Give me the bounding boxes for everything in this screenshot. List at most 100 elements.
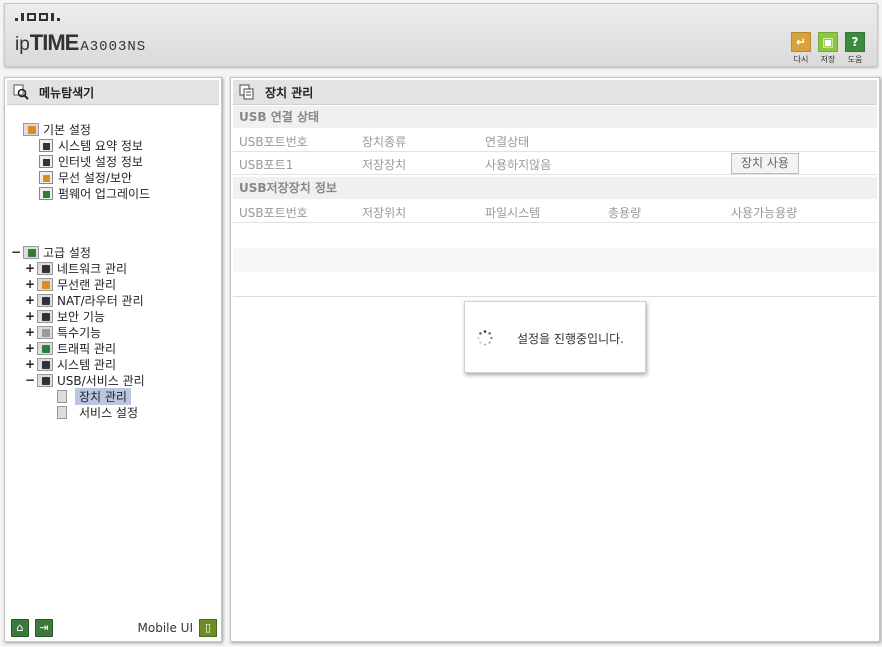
reload-label: 다시 (793, 55, 809, 64)
magnifier-icon (13, 84, 29, 100)
logout-icon[interactable]: ⇥ (35, 619, 53, 637)
expand-icon[interactable]: + (25, 341, 35, 355)
page-icon (239, 84, 255, 100)
expand-icon[interactable]: + (25, 293, 35, 307)
page-icon (57, 405, 67, 419)
tree-item-special[interactable]: + 특수기능 (25, 324, 101, 340)
collapse-icon[interactable]: − (11, 245, 21, 259)
monitor-icon (39, 154, 53, 168)
model-name: A3003NS (80, 39, 147, 55)
col-header: 사용가능용량 (731, 206, 798, 220)
tree-item-label: 무선랜 관리 (57, 277, 117, 292)
upgrade-icon (39, 186, 53, 200)
progress-message: 설정을 진행중입니다. (517, 332, 624, 346)
tree-item-usb-service[interactable]: − USB/서비스 관리 (25, 372, 145, 388)
home-icon[interactable]: ⌂ (11, 619, 29, 637)
toolbar: ↵ 다시 ▣ 저장 ? 도움 (791, 32, 865, 65)
tree-item-internet-info[interactable]: 인터넷 설정 정보 (39, 153, 143, 169)
mobile-ui-label: Mobile UI (137, 621, 194, 635)
tree-item-network[interactable]: + 네트워크 관리 (25, 260, 127, 276)
table-row: USB포트1 저장장치 사용하지않음 장치 사용 (233, 152, 877, 175)
collapse-icon[interactable]: − (25, 373, 35, 387)
chart-icon (37, 357, 53, 371)
brand-prefix: ip (15, 34, 30, 55)
cell-device-type: 저장장치 (362, 158, 407, 172)
tree-item-label: 서비스 설정 (79, 405, 139, 420)
tree-item-label: 시스템 요약 정보 (58, 138, 143, 153)
tree-item-system-summary[interactable]: 시스템 요약 정보 (39, 137, 143, 153)
tree-basic-settings[interactable]: 기본 설정 (23, 121, 91, 137)
usb-status-section-title: USB 연결 상태 (233, 106, 877, 128)
col-header: 장치종류 (362, 135, 407, 149)
tree-item-security[interactable]: + 보안 기능 (25, 308, 105, 324)
router-icon (37, 293, 53, 307)
empty-row (233, 274, 877, 297)
tree-basic-label: 기본 설정 (43, 122, 91, 137)
storage-header-row: USB포트번호 저장위치 파일시스템 총용량 사용가능용량 (233, 200, 877, 223)
tree-item-nat-router[interactable]: + NAT/라우터 관리 (25, 292, 144, 308)
storage-section-title: USB저장장치 정보 (233, 177, 877, 199)
tree-advanced-settings[interactable]: − 고급 설정 (11, 244, 91, 260)
chart-icon (39, 138, 53, 152)
tree-item-wireless-security[interactable]: 무선 설정/보안 (39, 169, 132, 185)
lock-icon (37, 309, 53, 323)
tree-item-label: NAT/라우터 관리 (57, 293, 144, 308)
reload-button[interactable]: ↵ 다시 (791, 32, 811, 65)
save-button[interactable]: ▣ 저장 (818, 32, 838, 65)
folder-icon (23, 245, 39, 259)
tree-item-label: 네트워크 관리 (57, 261, 128, 276)
mobile-ui-link[interactable]: Mobile UI ▯ (137, 619, 217, 637)
tree-item-service-settings[interactable]: 서비스 설정 (57, 404, 142, 420)
device-use-button[interactable]: 장치 사용 (731, 153, 799, 174)
tree-item-wireless-lan[interactable]: + 무선랜 관리 (25, 276, 116, 292)
content-title: 장치 관리 (265, 85, 314, 100)
help-label: 도움 (847, 55, 863, 64)
save-label: 저장 (820, 55, 836, 64)
refresh-icon: ↵ (791, 32, 811, 52)
col-header: 연결상태 (485, 135, 530, 149)
col-header: 저장위치 (362, 206, 407, 220)
special-icon (37, 325, 53, 339)
tree-item-label: 트래픽 관리 (57, 341, 117, 356)
tree-item-firmware-upgrade[interactable]: 펌웨어 업그레이드 (39, 185, 150, 201)
empty-row (233, 248, 877, 272)
usb-status-header-row: USB포트번호 장치종류 연결상태 (233, 129, 877, 152)
usb-icon (37, 373, 53, 387)
tree-item-device-management[interactable]: 장치 관리 (57, 387, 131, 405)
tree-item-label: 시스템 관리 (57, 357, 117, 372)
help-icon: ? (845, 32, 865, 52)
tree-item-system[interactable]: + 시스템 관리 (25, 356, 116, 372)
col-header: USB포트번호 (239, 206, 308, 220)
col-header: 파일시스템 (485, 206, 541, 220)
page-icon (57, 389, 67, 403)
expand-icon[interactable]: + (25, 357, 35, 371)
col-header: USB포트번호 (239, 135, 308, 149)
brand-dots-logo (15, 13, 60, 21)
expand-icon[interactable]: + (25, 277, 35, 291)
menu-explorer-panel: 메뉴탐색기 기본 설정 시스템 요약 정보 인터넷 설정 정보 무선 설정/보안… (4, 77, 222, 642)
expand-icon[interactable]: + (25, 309, 35, 323)
help-button[interactable]: ? 도움 (845, 32, 865, 65)
tree-item-label: 보안 기능 (57, 309, 105, 324)
menu-explorer-header: 메뉴탐색기 (7, 80, 219, 105)
cell-connection-status: 사용하지않음 (485, 158, 552, 172)
tree-item-label: 펌웨어 업그레이드 (58, 186, 151, 201)
tree-item-label: 특수기능 (57, 325, 102, 340)
loading-spinner-icon (477, 330, 493, 346)
tree-advanced-label: 고급 설정 (43, 245, 91, 260)
tree-item-label: USB/서비스 관리 (57, 373, 145, 388)
content-header: 장치 관리 (233, 80, 877, 105)
sidebar-footer: ⌂ ⇥ (11, 619, 53, 637)
tree-item-label: 무선 설정/보안 (58, 170, 133, 185)
network-icon (37, 261, 53, 275)
tree-item-traffic[interactable]: + 트래픽 관리 (25, 340, 116, 356)
col-header: 총용량 (608, 206, 642, 220)
expand-icon[interactable]: + (25, 261, 35, 275)
progress-dialog: 설정을 진행중입니다. (464, 301, 646, 373)
tree-item-label: 인터넷 설정 정보 (58, 154, 143, 169)
brand-logo: ipTIME A3003NS (15, 30, 146, 56)
wireless-icon (37, 277, 53, 291)
brand-main: TIME (29, 30, 80, 55)
traffic-icon (37, 341, 53, 355)
expand-icon[interactable]: + (25, 325, 35, 339)
